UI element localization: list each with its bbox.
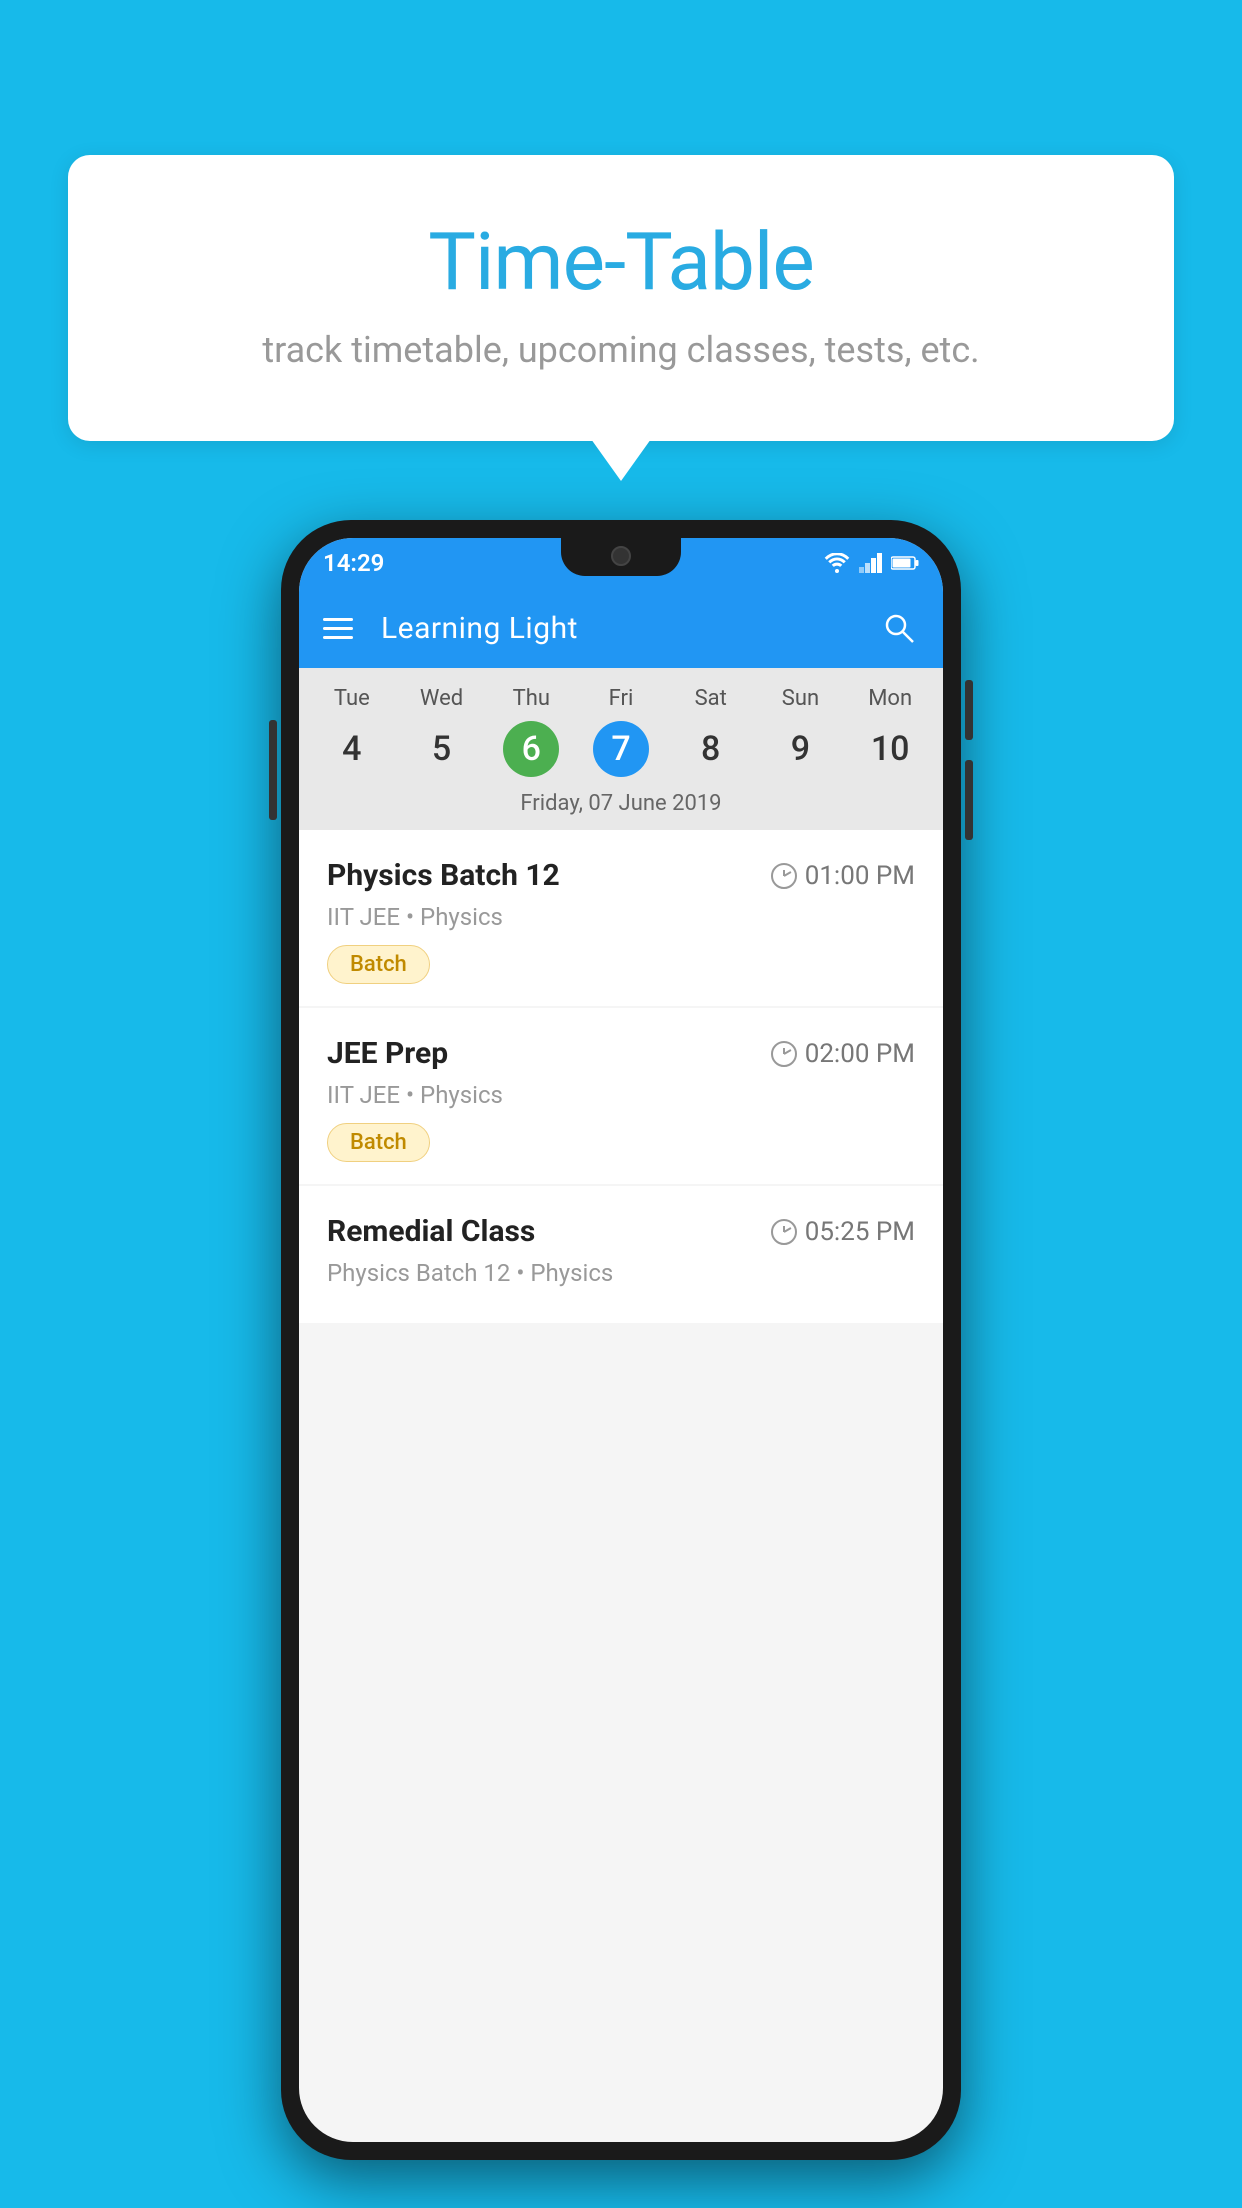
batch-badge-1: Batch bbox=[327, 945, 430, 984]
clock-icon-2 bbox=[771, 1041, 797, 1067]
day-7-selected[interactable]: 7 bbox=[593, 721, 649, 777]
schedule-subtitle-3: Physics Batch 12 • Physics bbox=[327, 1259, 915, 1287]
schedule-list: Physics Batch 12 01:00 PM IIT JEE • Phys… bbox=[299, 830, 943, 1325]
page-subtitle: track timetable, upcoming classes, tests… bbox=[118, 329, 1124, 371]
phone-screen: 14:29 bbox=[299, 538, 943, 2142]
schedule-time-3: 05:25 PM bbox=[771, 1217, 915, 1247]
day-6-today[interactable]: 6 bbox=[503, 721, 559, 777]
day-5[interactable]: 5 bbox=[414, 721, 470, 777]
schedule-item-header-3: Remedial Class 05:25 PM bbox=[327, 1214, 915, 1249]
volume-up-button bbox=[965, 680, 973, 740]
schedule-item-physics-batch[interactable]: Physics Batch 12 01:00 PM IIT JEE • Phys… bbox=[299, 830, 943, 1006]
status-time: 14:29 bbox=[323, 549, 384, 577]
phone-mockup: 14:29 bbox=[281, 520, 961, 2160]
schedule-item-header-2: JEE Prep 02:00 PM bbox=[327, 1036, 915, 1071]
day-label-fri: Fri bbox=[576, 682, 666, 715]
schedule-title-1: Physics Batch 12 bbox=[327, 858, 560, 893]
hamburger-menu[interactable] bbox=[323, 618, 353, 639]
day-label-sun: Sun bbox=[756, 682, 846, 715]
day-4[interactable]: 4 bbox=[324, 721, 380, 777]
phone-camera bbox=[611, 546, 631, 566]
status-icons bbox=[823, 553, 919, 573]
schedule-subtitle-1: IIT JEE • Physics bbox=[327, 903, 915, 931]
time-text-2: 02:00 PM bbox=[805, 1039, 915, 1069]
days-numbers: 4 5 6 7 8 9 10 bbox=[299, 715, 943, 783]
clock-icon-3 bbox=[771, 1219, 797, 1245]
days-labels: Tue Wed Thu Fri Sat Sun Mon bbox=[299, 682, 943, 715]
power-button bbox=[269, 720, 277, 820]
day-label-sat: Sat bbox=[666, 682, 756, 715]
time-text-3: 05:25 PM bbox=[805, 1217, 915, 1247]
wifi-icon bbox=[823, 553, 851, 573]
signal-icon bbox=[859, 553, 883, 573]
schedule-time-1: 01:00 PM bbox=[771, 861, 915, 891]
schedule-title-3: Remedial Class bbox=[327, 1214, 535, 1249]
clock-icon-1 bbox=[771, 863, 797, 889]
day-label-thu: Thu bbox=[486, 682, 576, 715]
app-title: Learning Light bbox=[381, 611, 879, 646]
search-button[interactable] bbox=[879, 608, 919, 648]
selected-date-label: Friday, 07 June 2019 bbox=[299, 783, 943, 830]
day-label-wed: Wed bbox=[397, 682, 487, 715]
schedule-item-jee-prep[interactable]: JEE Prep 02:00 PM IIT JEE • Physics Batc… bbox=[299, 1008, 943, 1184]
batch-badge-2: Batch bbox=[327, 1123, 430, 1162]
app-toolbar: Learning Light bbox=[299, 588, 943, 668]
schedule-time-2: 02:00 PM bbox=[771, 1039, 915, 1069]
day-label-tue: Tue bbox=[307, 682, 397, 715]
page-title: Time-Table bbox=[118, 215, 1124, 309]
day-8[interactable]: 8 bbox=[683, 721, 739, 777]
battery-icon bbox=[891, 555, 919, 571]
day-9[interactable]: 9 bbox=[772, 721, 828, 777]
schedule-title-2: JEE Prep bbox=[327, 1036, 448, 1071]
speech-bubble: Time-Table track timetable, upcoming cla… bbox=[68, 155, 1174, 441]
time-text-1: 01:00 PM bbox=[805, 861, 915, 891]
phone-frame: 14:29 bbox=[281, 520, 961, 2160]
volume-down-button bbox=[965, 760, 973, 840]
calendar-header: Tue Wed Thu Fri Sat Sun Mon 4 5 6 7 8 9 … bbox=[299, 668, 943, 830]
schedule-subtitle-2: IIT JEE • Physics bbox=[327, 1081, 915, 1109]
day-label-mon: Mon bbox=[845, 682, 935, 715]
schedule-item-header-1: Physics Batch 12 01:00 PM bbox=[327, 858, 915, 893]
day-10[interactable]: 10 bbox=[862, 721, 918, 777]
schedule-item-remedial[interactable]: Remedial Class 05:25 PM Physics Batch 12… bbox=[299, 1186, 943, 1323]
